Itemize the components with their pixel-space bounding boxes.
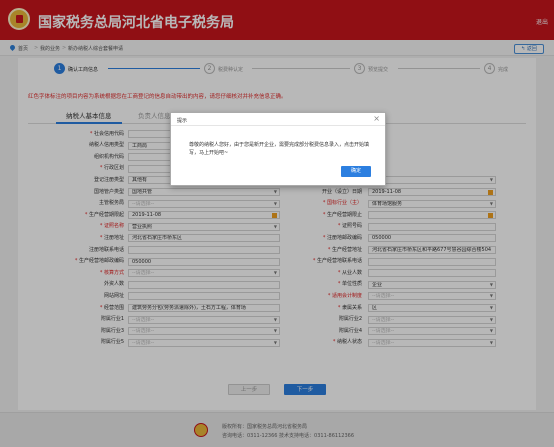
prompt-dialog: 提示 × 尊敬的纳税人您好，由于您是新开企业，需要完成部分税费信息录入，点击开始…	[170, 112, 386, 186]
dialog-ok-button[interactable]: 确定	[341, 166, 371, 177]
dialog-message: 尊敬的纳税人您好，由于您是新开企业，需要完成部分税费信息录入，点击开始填写，马上…	[189, 142, 370, 156]
close-icon[interactable]: ×	[373, 114, 380, 123]
dialog-title: 提示	[177, 118, 188, 124]
dialog-divider	[171, 125, 385, 126]
modal-overlay[interactable]	[0, 0, 554, 447]
